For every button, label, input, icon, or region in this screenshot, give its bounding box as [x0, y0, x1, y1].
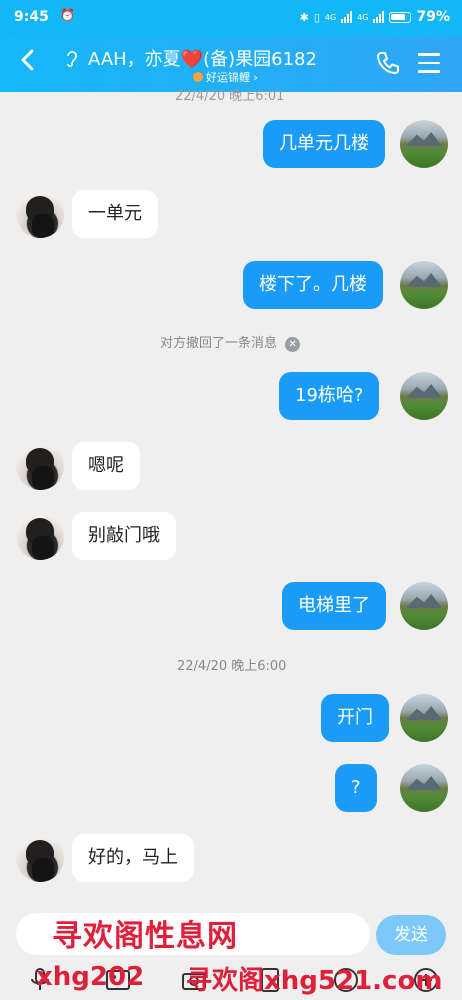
back-button[interactable]	[18, 46, 38, 79]
avatar-self[interactable]	[400, 694, 448, 742]
status-bar: 9:45 ⏰ ✱ ▯ 4G 4G 79%	[0, 0, 462, 36]
emoji-icon[interactable]	[332, 966, 360, 994]
battery-icon	[389, 11, 412, 23]
avatar-self[interactable]	[400, 582, 448, 630]
recall-notice-text: 对方撤回了一条消息	[160, 336, 278, 351]
message-bubble-in[interactable]: 嗯呢	[72, 442, 140, 490]
send-button[interactable]: 发送	[376, 915, 446, 955]
avatar-self[interactable]	[400, 372, 448, 420]
network-type-1: 4G	[324, 12, 337, 22]
watermark-text: 寻欢阁xhg521.com	[186, 966, 443, 996]
phone-call-button[interactable]	[375, 50, 401, 76]
chat-subtitle[interactable]: 好运锦鲤 ›	[193, 69, 258, 85]
signal-icon-2	[373, 11, 385, 23]
status-time: 9:45	[14, 9, 49, 25]
plus-icon[interactable]	[412, 966, 440, 994]
camera-icon[interactable]	[180, 966, 208, 994]
timestamp-partial: 22/4/20 晚上6:01	[175, 89, 285, 104]
avatar-self[interactable]	[400, 120, 448, 168]
close-icon[interactable]: ✕	[285, 337, 301, 352]
message-bubble-in[interactable]: 好的，马上	[72, 834, 194, 882]
heart-emoji: ❤️	[180, 49, 204, 70]
vibrate-icon: ▯	[313, 10, 320, 24]
bluetooth-icon: ✱	[299, 10, 309, 24]
input-bar: 寻欢阁性息网 发送	[0, 905, 462, 960]
avatar-contact[interactable]	[16, 442, 64, 490]
subtitle-text: 好运锦鲤	[206, 71, 250, 84]
bottom-toolbar: xhg202 寻欢阁xhg521.com	[0, 960, 462, 1000]
title-suffix: (备)果园6182	[203, 49, 317, 70]
network-type-2: 4G	[357, 12, 369, 22]
title-prefix: AAH，亦夏	[88, 49, 181, 70]
ear-icon	[64, 48, 80, 72]
red-packet-icon[interactable]	[256, 966, 284, 994]
chat-title[interactable]: AAH，亦夏❤️(备)果园6182	[88, 45, 317, 71]
message-bubble-out[interactable]: 电梯里了	[282, 582, 386, 630]
message-bubble-in[interactable]: 一单元	[72, 190, 158, 238]
voice-icon[interactable]	[26, 966, 54, 994]
avatar-self[interactable]	[400, 261, 448, 309]
image-icon[interactable]	[104, 966, 132, 994]
signal-icon-1	[341, 11, 353, 23]
menu-button[interactable]	[418, 53, 440, 73]
message-bubble-out[interactable]: 楼下了。几楼	[243, 261, 383, 309]
status-icons: ✱ ▯ 4G 4G 79%	[300, 9, 450, 25]
message-bubble-out[interactable]: ?	[335, 764, 377, 812]
message-bubble-in[interactable]: 别敲门哦	[72, 512, 176, 560]
message-bubble-out[interactable]: 开门	[321, 694, 389, 742]
avatar-contact[interactable]	[16, 190, 64, 238]
avatar-contact[interactable]	[16, 834, 64, 882]
message-bubble-out[interactable]: 几单元几楼	[263, 120, 385, 168]
avatar-contact[interactable]	[16, 512, 64, 560]
phone-icon	[377, 52, 399, 74]
chevron-left-icon	[21, 49, 34, 71]
battery-percent: 79%	[416, 9, 450, 25]
subtitle-arrow: ›	[253, 71, 258, 84]
koi-icon	[193, 72, 203, 82]
alarm-icon: ⏰	[60, 8, 75, 22]
chat-header: AAH，亦夏❤️(备)果园6182 好运锦鲤 ›	[0, 36, 462, 92]
avatar-self[interactable]	[400, 764, 448, 812]
timestamp: 22/4/20 晚上6:00	[177, 659, 287, 674]
message-input[interactable]	[16, 913, 370, 955]
message-bubble-out[interactable]: 19栋哈?	[279, 372, 380, 420]
recall-notice: 对方撤回了一条消息 ✕	[160, 332, 301, 352]
